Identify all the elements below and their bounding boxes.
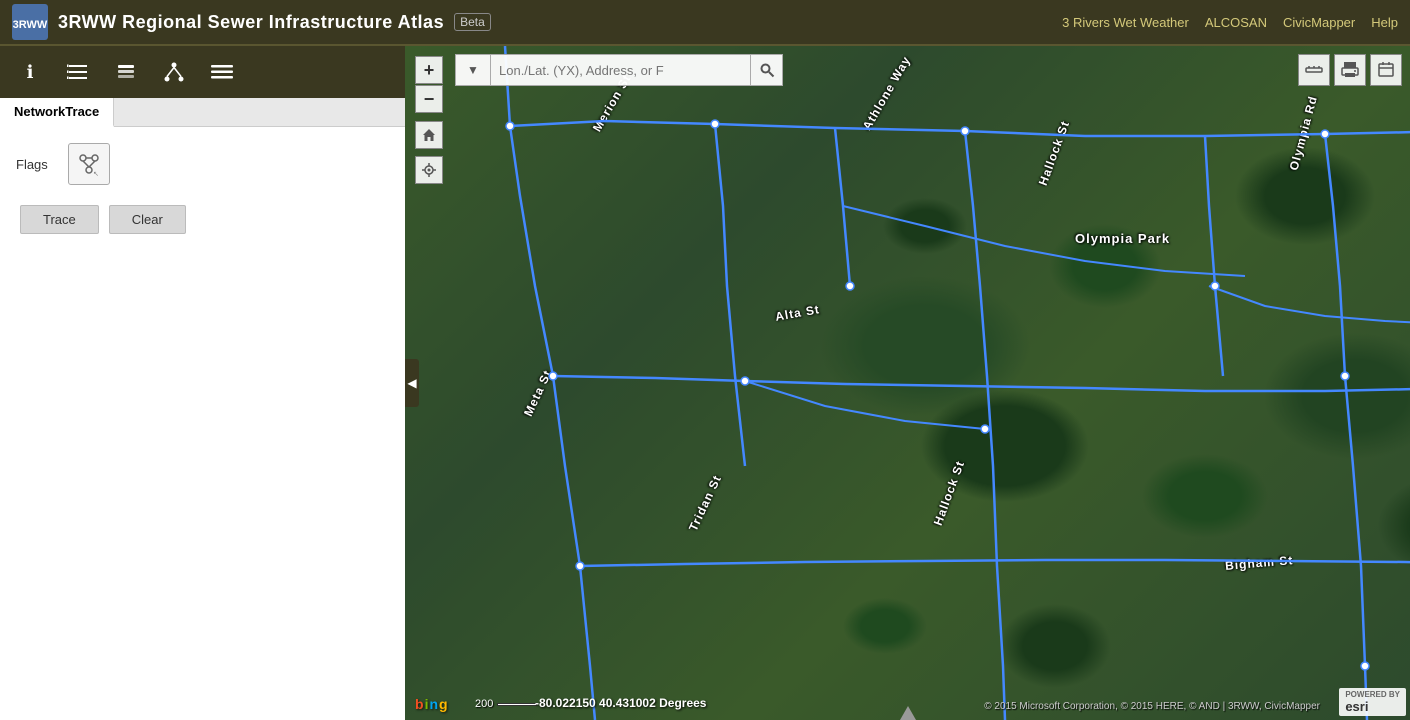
- nav-alcosan[interactable]: ALCOSAN: [1205, 15, 1267, 30]
- locate-icon[interactable]: [415, 156, 443, 184]
- home-svg: [421, 127, 437, 143]
- menu-icon: [211, 63, 233, 81]
- collapse-icon: ◀: [407, 376, 416, 390]
- trace-content: Flags ↖: [0, 127, 405, 250]
- search-bar: ▼: [455, 54, 783, 86]
- locate-svg: [421, 162, 437, 178]
- nav-civicmapper[interactable]: CivicMapper: [1283, 15, 1355, 30]
- esri-text: esri: [1345, 699, 1368, 714]
- measure-icon: [1305, 61, 1323, 79]
- trace-buttons: Trace Clear: [20, 205, 389, 234]
- scale-bar: 200: [475, 698, 537, 710]
- nav-3rivers[interactable]: 3 Rivers Wet Weather: [1062, 15, 1189, 30]
- map-toolbar-right: [1298, 54, 1402, 86]
- trace-button[interactable]: Trace: [20, 205, 99, 234]
- collapse-handle[interactable]: ◀: [405, 359, 419, 407]
- search-input-wrap: [491, 54, 751, 86]
- left-toolbar: ℹ: [0, 46, 405, 98]
- info-icon: ℹ: [27, 62, 34, 83]
- map-home-button[interactable]: [415, 121, 443, 149]
- print-icon: [1341, 61, 1359, 79]
- print-button[interactable]: [1334, 54, 1366, 86]
- app-title: 3RWW Regional Sewer Infrastructure Atlas: [58, 12, 444, 33]
- flags-row: Flags ↖: [16, 143, 389, 185]
- scale-value: 200: [475, 698, 493, 710]
- search-icon: [759, 62, 775, 78]
- layers-icon: [115, 61, 137, 83]
- top-nav: 3 Rivers Wet Weather ALCOSAN CivicMapper…: [1062, 15, 1398, 30]
- info-button[interactable]: ℹ: [8, 50, 52, 94]
- app-header: 3RWW 3RWW Regional Sewer Infrastructure …: [0, 0, 1410, 46]
- search-button[interactable]: [751, 54, 783, 86]
- home-icon[interactable]: [415, 121, 443, 149]
- dropdown-arrow-icon: ▼: [467, 63, 479, 77]
- network-icon: [163, 61, 185, 83]
- measure-button[interactable]: [1298, 54, 1330, 86]
- panel-tabs: NetworkTrace: [0, 98, 405, 127]
- clear-button[interactable]: Clear: [109, 205, 186, 234]
- menu-button[interactable]: [200, 50, 244, 94]
- powered-by-text: POWERED BY: [1345, 690, 1400, 699]
- nav-help[interactable]: Help: [1371, 15, 1398, 30]
- list-icon: [67, 63, 89, 81]
- gps-arrow-button[interactable]: [900, 706, 916, 720]
- flags-label: Flags: [16, 157, 56, 172]
- panel-content: NetworkTrace Flags: [0, 98, 405, 720]
- zoom-out-button[interactable]: −: [415, 85, 443, 113]
- tab-network-trace[interactable]: NetworkTrace: [0, 98, 114, 127]
- search-dropdown[interactable]: ▼: [455, 54, 491, 86]
- map-locate-button[interactable]: [415, 156, 443, 184]
- svg-text:3RWW: 3RWW: [13, 19, 48, 31]
- list-button[interactable]: [56, 50, 100, 94]
- layers-button[interactable]: [104, 50, 148, 94]
- scale-line: [497, 703, 537, 706]
- map-container[interactable]: Merion St Athlone Way Hallock St Olympia…: [405, 46, 1410, 720]
- map-background: [405, 46, 1410, 720]
- search-input[interactable]: [491, 54, 751, 86]
- network-button[interactable]: [152, 50, 196, 94]
- main-layout: ℹ: [0, 46, 1410, 720]
- flag-network-icon: ↖: [75, 150, 103, 178]
- esri-logo: POWERED BY esri: [1339, 688, 1406, 716]
- map-zoom-controls: + −: [415, 56, 443, 113]
- beta-badge: Beta: [454, 13, 491, 31]
- app-logo: 3RWW: [12, 4, 48, 40]
- flags-icon-button[interactable]: ↖: [68, 143, 110, 185]
- share-button[interactable]: [1370, 54, 1402, 86]
- left-panel: ℹ: [0, 46, 405, 720]
- share-icon: [1377, 61, 1395, 79]
- zoom-in-button[interactable]: +: [415, 56, 443, 84]
- svg-text:↖: ↖: [93, 171, 99, 178]
